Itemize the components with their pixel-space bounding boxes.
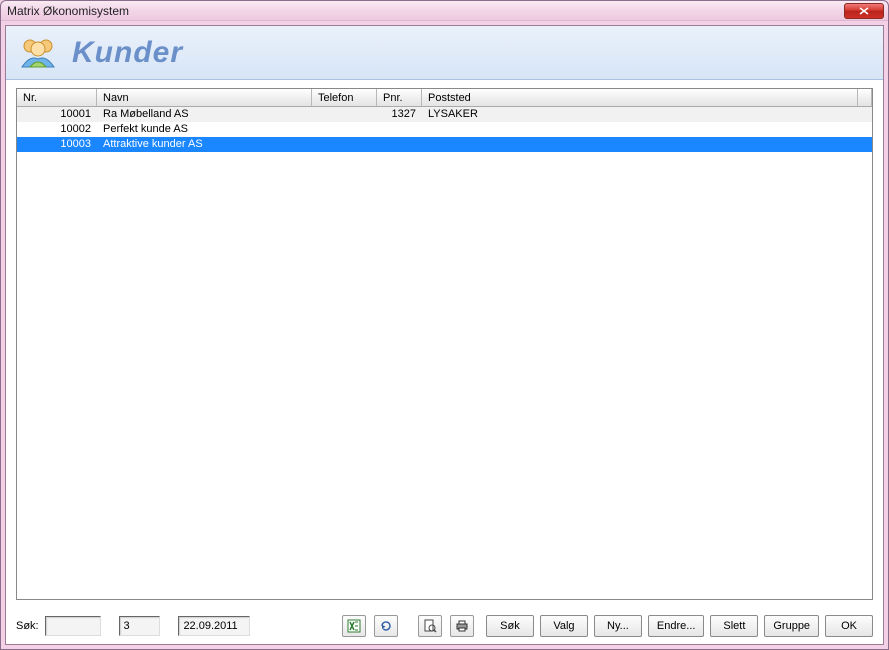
cell-navn: Attraktive kunder AS xyxy=(97,137,312,152)
ny-button[interactable]: Ny... xyxy=(594,615,642,637)
window-title: Matrix Økonomisystem xyxy=(7,4,844,18)
cell-pnr: 1327 xyxy=(377,107,422,122)
refresh-icon xyxy=(379,619,393,633)
titlebar: Matrix Økonomisystem xyxy=(1,1,888,21)
cell-navn: Ra Møbelland AS xyxy=(97,107,312,122)
column-header-telefon[interactable]: Telefon xyxy=(312,89,377,106)
close-icon xyxy=(859,7,869,15)
column-header-poststed[interactable]: Poststed xyxy=(422,89,858,106)
cell-nr: 10002 xyxy=(17,122,97,137)
grid-body: 10001Ra Møbelland AS1327LYSAKER10002Perf… xyxy=(17,107,872,152)
column-header-pnr[interactable]: Pnr. xyxy=(377,89,422,106)
search-label: Søk: xyxy=(16,620,39,632)
printer-icon xyxy=(455,619,469,633)
table-row[interactable]: 10002Perfekt kunde AS xyxy=(17,122,872,137)
column-header-nr[interactable]: Nr. xyxy=(17,89,97,106)
cell-poststed xyxy=(422,122,872,137)
excel-icon xyxy=(347,619,361,633)
table-row[interactable]: 10003Attraktive kunder AS xyxy=(17,137,872,152)
date-field[interactable]: 22.09.2011 xyxy=(178,616,250,636)
print-button[interactable] xyxy=(450,615,474,637)
close-button[interactable] xyxy=(844,3,884,19)
grid-header: Nr. Navn Telefon Pnr. Poststed xyxy=(17,89,872,107)
page-header: Kunder xyxy=(6,26,883,80)
record-count: 3 xyxy=(119,616,161,636)
slett-button[interactable]: Slett xyxy=(710,615,758,637)
refresh-button[interactable] xyxy=(374,615,398,637)
cell-nr: 10003 xyxy=(17,137,97,152)
column-header-navn[interactable]: Navn xyxy=(97,89,312,106)
cell-poststed: LYSAKER xyxy=(422,107,872,122)
print-preview-button[interactable] xyxy=(418,615,442,637)
cell-poststed xyxy=(422,137,872,152)
customers-grid[interactable]: Nr. Navn Telefon Pnr. Poststed 10001Ra M… xyxy=(16,88,873,600)
app-window: Matrix Økonomisystem Kunder xyxy=(0,0,889,650)
sok-button[interactable]: Søk xyxy=(486,615,534,637)
cell-nr: 10001 xyxy=(17,107,97,122)
customers-icon xyxy=(16,33,60,73)
search-input[interactable] xyxy=(45,616,101,636)
export-excel-button[interactable] xyxy=(342,615,366,637)
cell-telefon xyxy=(312,137,377,152)
cell-pnr xyxy=(377,137,422,152)
content-area: Nr. Navn Telefon Pnr. Poststed 10001Ra M… xyxy=(6,80,883,608)
cell-telefon xyxy=(312,122,377,137)
ok-button[interactable]: OK xyxy=(825,615,873,637)
bottom-toolbar: Søk: 3 22.09.2011 xyxy=(6,608,883,644)
column-header-spacer xyxy=(858,89,872,106)
valg-button[interactable]: Valg xyxy=(540,615,588,637)
gruppe-button[interactable]: Gruppe xyxy=(764,615,819,637)
cell-telefon xyxy=(312,107,377,122)
window-body: Kunder Nr. Navn Telefon Pnr. Poststed 10… xyxy=(5,25,884,645)
page-title: Kunder xyxy=(72,36,183,70)
cell-pnr xyxy=(377,122,422,137)
endre-button[interactable]: Endre... xyxy=(648,615,704,637)
cell-navn: Perfekt kunde AS xyxy=(97,122,312,137)
table-row[interactable]: 10001Ra Møbelland AS 1327LYSAKER xyxy=(17,107,872,122)
document-search-icon xyxy=(423,619,437,633)
